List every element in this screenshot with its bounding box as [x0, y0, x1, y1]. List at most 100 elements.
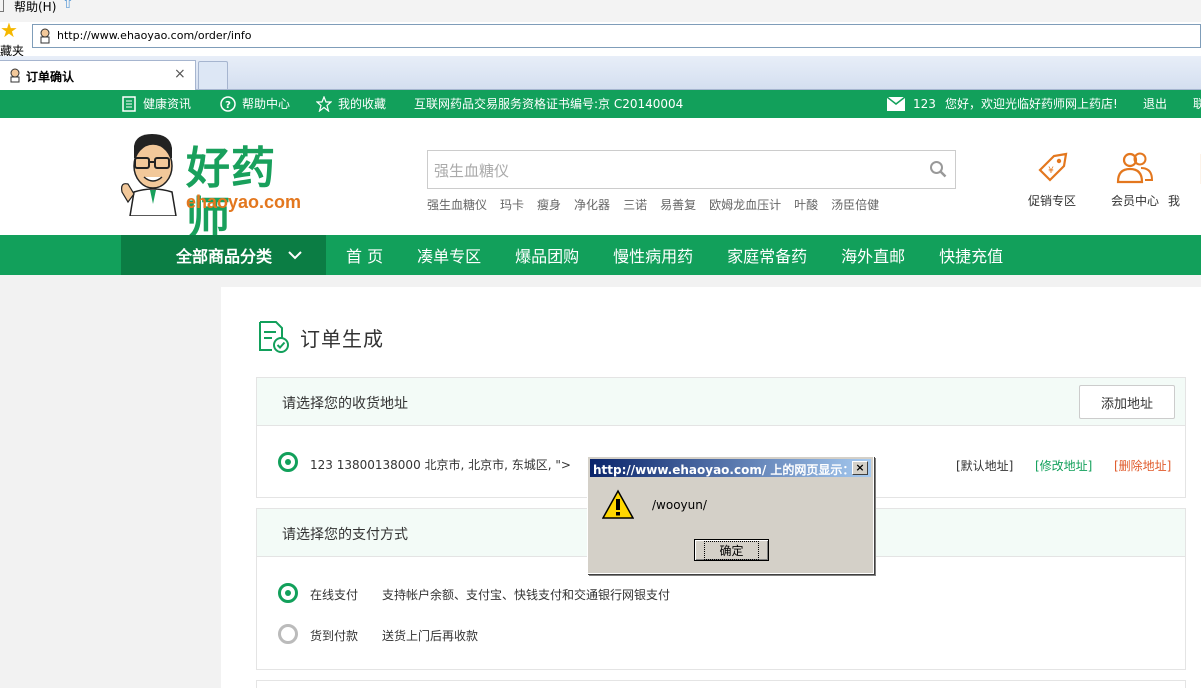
- cut-header-button[interactable]: 我: [1168, 150, 1201, 209]
- help-center-link[interactable]: ? 帮助中心: [220, 95, 290, 113]
- search-input[interactable]: 强生血糖仪: [427, 150, 956, 189]
- all-categories-label: 全部商品分类: [176, 247, 273, 266]
- svg-text:?: ?: [225, 100, 231, 111]
- tab-favicon-icon: [10, 68, 20, 83]
- question-icon: ?: [220, 96, 236, 112]
- member-center-button[interactable]: 会员中心: [1105, 150, 1165, 209]
- cut-header-label: 我: [1168, 194, 1181, 208]
- alert-message: /wooyun/: [652, 498, 707, 512]
- my-favorites-label: 我的收藏: [338, 97, 387, 111]
- address-section-header: 请选择您的收货地址 添加地址: [257, 378, 1185, 426]
- nav-items: 首 页 凑单专区 爆品团购 慢性病用药 家庭常备药 海外直邮 快捷充值: [346, 235, 1037, 275]
- nav-item-home[interactable]: 首 页: [346, 243, 383, 267]
- hot-word[interactable]: 强生血糖仪: [427, 196, 487, 213]
- members-icon: [1116, 152, 1154, 184]
- my-favorites-link[interactable]: 我的收藏: [316, 95, 386, 113]
- logo-english: ehaoyao.com: [186, 192, 302, 212]
- promo-zone-button[interactable]: ¥ 促销专区: [1022, 150, 1082, 209]
- default-address-link[interactable]: [默认地址]: [956, 457, 1013, 474]
- edit-address-link[interactable]: [修改地址]: [1035, 457, 1092, 474]
- address-section-title: 请选择您的收货地址: [282, 396, 408, 412]
- welcome-text: 您好，欢迎光临好药师网上药店!: [945, 95, 1118, 113]
- cod-desc: 送货上门后再收款: [382, 629, 479, 643]
- menu-help[interactable]: 帮助(H): [14, 0, 56, 15]
- cut-header-icon: [1200, 154, 1201, 184]
- logout-label: 退出: [1143, 97, 1168, 111]
- warning-icon: [602, 489, 634, 519]
- address-text: 123 13800138000 北京市, 北京市, 东城区, ">: [310, 458, 571, 472]
- tab-order-confirm[interactable]: 订单确认 ×: [0, 60, 196, 90]
- new-tab-button[interactable]: [198, 61, 228, 89]
- delete-address-link[interactable]: [删除地址]: [1114, 457, 1171, 474]
- document-icon: [122, 96, 136, 112]
- alert-titlebar: http://www.ehaoyao.com/ 上的网页显示： ×: [590, 459, 871, 477]
- hot-word[interactable]: 易善复: [660, 196, 696, 213]
- site-favicon-icon: [40, 28, 50, 44]
- cod-label: 货到付款: [310, 629, 359, 643]
- alert-dialog: http://www.ehaoyao.com/ 上的网页显示： × /wooyu…: [587, 456, 874, 574]
- price-tag-icon: ¥: [1038, 152, 1068, 182]
- site-topbar: 健康资讯 ? 帮助中心 我的收藏 互联网药品交易服务资格证书编号:京 C2014…: [0, 90, 1201, 118]
- svg-text:¥: ¥: [1048, 166, 1054, 176]
- hot-word[interactable]: 净化器: [574, 196, 610, 213]
- nav-item-group-buy[interactable]: 爆品团购: [515, 243, 579, 267]
- tab-strip: 订单确认 ×: [0, 56, 1201, 90]
- online-pay-radio[interactable]: [278, 583, 298, 603]
- search-placeholder: 强生血糖仪: [434, 162, 510, 180]
- favorites-star-icon: ★: [0, 18, 18, 42]
- search-icon[interactable]: [929, 160, 947, 178]
- nav-item-recharge[interactable]: 快捷充值: [939, 243, 1003, 267]
- cod-radio[interactable]: [278, 624, 298, 644]
- alert-ok-button[interactable]: 确定: [694, 539, 769, 561]
- member-center-label: 会员中心: [1110, 194, 1159, 208]
- star-icon: [316, 96, 332, 112]
- address-radio-selected[interactable]: [278, 452, 298, 472]
- hot-word[interactable]: 叶酸: [794, 196, 818, 213]
- add-address-button[interactable]: 添加地址: [1079, 385, 1175, 419]
- hot-search-words: 强生血糖仪 玛卡 瘦身 净化器 三诺 易善复 欧姆龙血压计 叶酸 汤臣倍健: [427, 196, 892, 213]
- menubar-edge: [0, 0, 4, 12]
- address-url[interactable]: http://www.ehaoyao.com/order/info: [57, 29, 252, 42]
- site-logo[interactable]: 好药师 ehaoyao.com: [120, 132, 320, 244]
- online-pay-desc: 支持帐户余额、支付宝、快钱支付和交通银行网银支付: [382, 588, 671, 602]
- nav-item-bundle[interactable]: 凑单专区: [417, 243, 481, 267]
- hot-word[interactable]: 玛卡: [500, 196, 524, 213]
- license-label: 互联网药品交易服务资格证书编号:京 C20140004: [414, 97, 684, 111]
- tab-close-icon[interactable]: ×: [174, 66, 186, 82]
- alert-ok-label: 确定: [704, 540, 759, 560]
- browser-menubar: 帮助(H) ⇧: [0, 0, 1201, 22]
- alert-title: http://www.ehaoyao.com/ 上的网页显示：: [593, 463, 855, 477]
- logout-link[interactable]: 退出: [1143, 95, 1167, 113]
- chevron-down-icon: [288, 251, 302, 260]
- hot-word[interactable]: 欧姆龙血压计: [709, 196, 781, 213]
- nav-item-overseas[interactable]: 海外直邮: [841, 243, 905, 267]
- help-center-label: 帮助中心: [242, 97, 291, 111]
- topbar-cut-link[interactable]: 联: [1193, 95, 1201, 113]
- welcome-label: 您好，欢迎光临好药师网上药店!: [945, 97, 1118, 111]
- online-pay-label: 在线支付: [310, 588, 359, 602]
- mail-icon: [887, 97, 905, 111]
- hot-word[interactable]: 三诺: [623, 196, 647, 213]
- health-info-link[interactable]: 健康资讯: [121, 95, 191, 113]
- health-info-label: 健康资讯: [143, 97, 192, 111]
- nav-item-chronic[interactable]: 慢性病用药: [613, 243, 693, 267]
- main-nav: 全部商品分类 首 页 凑单专区 爆品团购 慢性病用药 家庭常备药 海外直邮 快捷…: [0, 235, 1201, 275]
- user-name: 123: [913, 97, 936, 111]
- hot-word[interactable]: 汤臣倍健: [831, 196, 879, 213]
- order-document-icon: [259, 321, 289, 353]
- menubar-icon[interactable]: ⇧: [62, 0, 74, 12]
- user-mail[interactable]: 123: [887, 95, 936, 113]
- nav-item-household[interactable]: 家庭常备药: [727, 243, 807, 267]
- all-categories-dropdown[interactable]: 全部商品分类: [121, 235, 326, 275]
- address-bar[interactable]: http://www.ehaoyao.com/order/info: [32, 24, 1201, 48]
- alert-close-icon[interactable]: ×: [852, 461, 868, 475]
- topbar-cut-label: 联: [1193, 97, 1201, 111]
- tab-title: 订单确认: [26, 70, 75, 84]
- payment-section-title: 请选择您的支付方式: [282, 527, 408, 543]
- next-section-edge: [256, 680, 1186, 688]
- order-title: 订单生成: [300, 326, 384, 351]
- favorites-button[interactable]: ★ 藏夹: [0, 18, 28, 58]
- page-title: 订单生成: [258, 320, 384, 354]
- hot-word[interactable]: 瘦身: [537, 196, 561, 213]
- pharmacist-mascot-icon: [121, 134, 177, 216]
